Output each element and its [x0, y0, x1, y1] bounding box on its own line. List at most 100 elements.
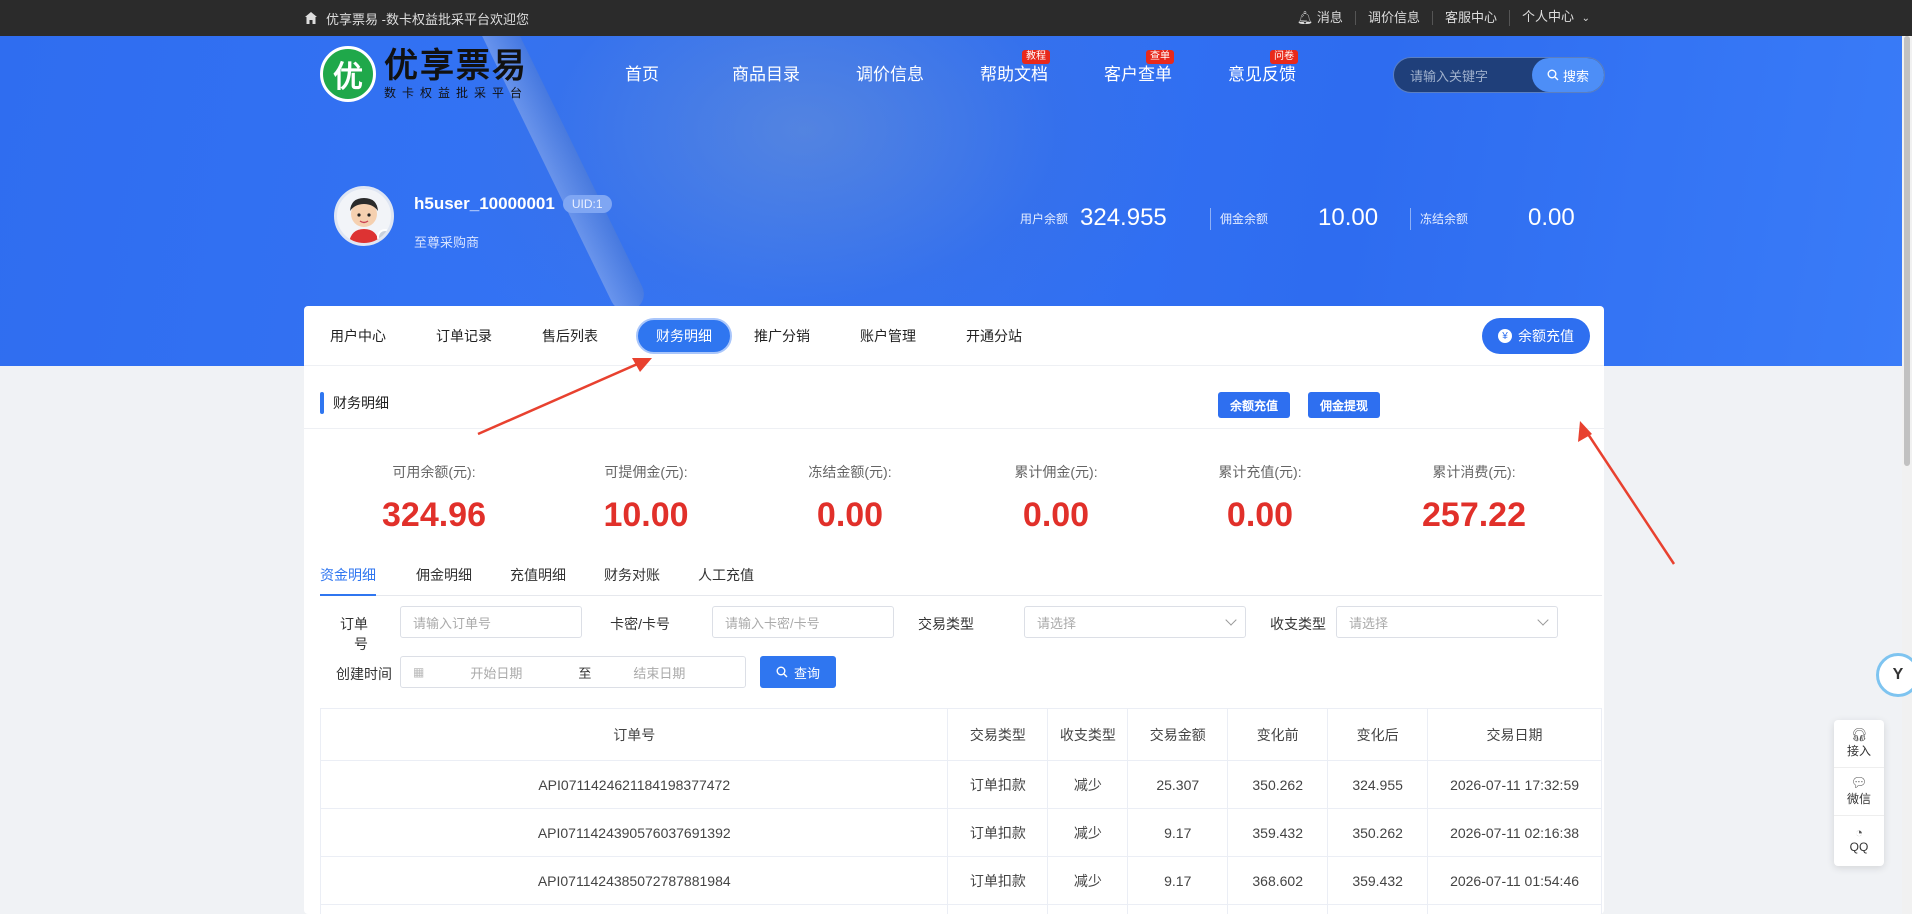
user-name: h5user_10000001	[414, 194, 555, 213]
tab-user-center[interactable]: 用户中心	[312, 318, 404, 354]
shield-icon	[377, 229, 391, 243]
contact-wechat[interactable]: 💬︎ 微信	[1834, 768, 1884, 816]
logo-mark: 优	[320, 46, 376, 102]
finance-subtabs: 资金明细 佣金明细 充值明细 财务对账 人工充值	[320, 562, 1602, 596]
search-icon	[776, 666, 788, 678]
withdraw-commission-button[interactable]: 佣金提现	[1308, 392, 1381, 418]
calendar-icon: ▦	[413, 665, 425, 679]
subtab-manual-recharge[interactable]: 人工充值	[698, 562, 754, 596]
search-input[interactable]	[1410, 66, 1530, 86]
search-box: 搜索	[1393, 57, 1605, 93]
col-order-number[interactable]: 订单号	[319, 708, 949, 761]
subtab-recharge-details[interactable]: 充值明细	[510, 562, 566, 596]
nav-feedback[interactable]: 意见反馈 问卷	[1200, 50, 1324, 86]
tab-after-sales[interactable]: 售后列表	[524, 318, 616, 354]
subtab-reconciliation[interactable]: 财务对账	[604, 562, 660, 596]
col-trade-type[interactable]: 交易类型	[947, 708, 1049, 761]
chevron-down-icon	[1225, 614, 1237, 626]
headset-icon: 🎧︎	[1850, 727, 1868, 742]
income-type-label: 收支类型	[1270, 616, 1326, 632]
site-logo[interactable]: 优 优享票易 数卡权益批采平台	[320, 46, 528, 102]
trade-type-select[interactable]: 请选择	[1024, 606, 1246, 638]
balance-commission: 佣金余额 10.00	[1210, 204, 1378, 232]
divider	[304, 428, 1604, 429]
subtab-commission-details[interactable]: 佣金明细	[416, 562, 472, 596]
trade-type-label: 交易类型	[918, 616, 974, 632]
recharge-top-button[interactable]: ¥ 余额充值	[1482, 318, 1590, 354]
floating-logo-icon[interactable]: Y	[1876, 653, 1912, 697]
stat-total-commission: 累计佣金(元): 0.00	[1014, 464, 1098, 534]
nav-catalog[interactable]: 商品目录	[704, 64, 828, 86]
price-info-link[interactable]: 调价信息	[1354, 11, 1432, 25]
contact-qq[interactable]: ◔ QQ	[1834, 816, 1884, 864]
balance-frozen: 冻结余额 0.00	[1410, 204, 1575, 232]
chevron-down-icon	[1537, 614, 1549, 626]
col-date[interactable]: 交易日期	[1427, 708, 1602, 761]
service-center-link[interactable]: 客服中心	[1431, 11, 1509, 25]
welcome-area: 优享票易 -数卡权益批采平台欢迎您	[304, 0, 529, 36]
col-after[interactable]: 变化后	[1327, 708, 1429, 761]
nav-home[interactable]: 首页	[580, 64, 704, 86]
date-range-picker[interactable]: ▦ 开始日期 至 结束日期	[400, 656, 746, 688]
contact-access[interactable]: 🎧︎ 接入	[1834, 720, 1884, 768]
col-amount[interactable]: 交易金额	[1127, 708, 1229, 761]
card-number-label: 卡密/卡号	[610, 616, 670, 632]
avatar[interactable]	[334, 186, 394, 246]
top-links: 🔔︎ 消息 调价信息 客服中心 个人中心 ⌄	[1285, 0, 1602, 36]
main-card: 用户中心 订单记录 售后列表 财务明细 推广分销 账户管理 开通分站 ¥ 余额充…	[304, 306, 1604, 914]
fund-details-table: 订单号 交易类型 收支类型 交易金额 变化前 变化后 交易日期 API07114…	[319, 708, 1602, 914]
table-row	[319, 904, 1602, 914]
end-date-input[interactable]: 结束日期	[633, 663, 685, 682]
table-row: API071142462118419837747​2 订单扣款 减少 25.30…	[319, 760, 1602, 809]
page-scrollbar[interactable]	[1902, 36, 1912, 914]
nav-order-query[interactable]: 客户查单 查单	[1076, 50, 1200, 86]
create-time-label: 创建时间	[336, 666, 392, 682]
query-button[interactable]: 查询	[760, 656, 836, 688]
order-number-label: 订单号	[340, 616, 368, 652]
date-separator: 至	[578, 665, 592, 681]
tab-promotion[interactable]: 推广分销	[736, 318, 828, 354]
start-date-input[interactable]: 开始日期	[470, 663, 522, 682]
tab-account-management[interactable]: 账户管理	[842, 318, 934, 354]
contact-sidebar: 🎧︎ 接入 💬︎ 微信 ◔ QQ	[1834, 720, 1884, 866]
account-tabs: 用户中心 订单记录 售后列表 财务明细 推广分销 账户管理 开通分站 ¥ 余额充…	[304, 306, 1604, 366]
scrollbar-thumb[interactable]	[1904, 36, 1910, 466]
bell-icon: 🔔︎	[1296, 10, 1314, 25]
section-title: 财务明细	[333, 395, 389, 411]
search-button[interactable]: 搜索	[1532, 58, 1604, 92]
tab-finance-details[interactable]: 财务明细	[636, 318, 732, 354]
stat-total-consumption: 累计消费(元): 257.22	[1422, 464, 1526, 534]
search-icon	[1547, 69, 1559, 81]
wallet-icon: ¥	[1498, 329, 1512, 343]
home-icon[interactable]	[304, 11, 318, 25]
tab-order-records[interactable]: 订单记录	[418, 318, 510, 354]
stat-total-recharge: 累计充值(元): 0.00	[1218, 464, 1302, 534]
income-type-select[interactable]: 请选择	[1336, 606, 1558, 638]
nav-help-docs[interactable]: 帮助文档 教程	[952, 50, 1076, 86]
recharge-button[interactable]: 余额充值	[1218, 392, 1291, 418]
nav-badge: 查单	[1146, 50, 1174, 64]
messages-link[interactable]: 🔔︎ 消息	[1285, 11, 1355, 25]
card-number-input[interactable]: 请输入卡密/卡号	[712, 606, 894, 638]
welcome-text: 优享票易 -数卡权益批采平台欢迎您	[326, 11, 529, 27]
balance-user: 用户余额 324.955	[1020, 204, 1167, 231]
section-accent-bar	[320, 392, 324, 414]
personal-center-link[interactable]: 个人中心 ⌄	[1508, 10, 1602, 26]
nav-price-info[interactable]: 调价信息	[828, 64, 952, 86]
col-income-type[interactable]: 收支类型	[1047, 708, 1129, 761]
wechat-icon: 💬︎	[1850, 775, 1868, 790]
col-before[interactable]: 变化前	[1227, 708, 1329, 761]
nav-badge: 问卷	[1270, 50, 1298, 64]
user-level: 至尊采购商	[414, 235, 480, 250]
tab-open-substation[interactable]: 开通分站	[948, 318, 1040, 354]
qq-icon: ◔	[1855, 825, 1863, 840]
stat-withdrawable-commission: 可提佣金(元): 10.00	[603, 464, 689, 534]
logo-slogan: 数卡权益批采平台	[384, 86, 529, 100]
chevron-down-icon: ⌄	[1581, 13, 1590, 24]
stat-frozen-amount: 冻结金额(元): 0.00	[808, 464, 892, 534]
order-number-input[interactable]: 请输入订单号	[400, 606, 582, 638]
subtab-fund-details[interactable]: 资金明细	[320, 562, 376, 596]
section-header: 财务明细	[320, 392, 389, 414]
top-bar: 优享票易 -数卡权益批采平台欢迎您 🔔︎ 消息 调价信息 客服中心 个人中心 ⌄	[0, 0, 1912, 36]
table-header-row: 订单号 交易类型 收支类型 交易金额 变化前 变化后 交易日期	[319, 708, 1602, 761]
